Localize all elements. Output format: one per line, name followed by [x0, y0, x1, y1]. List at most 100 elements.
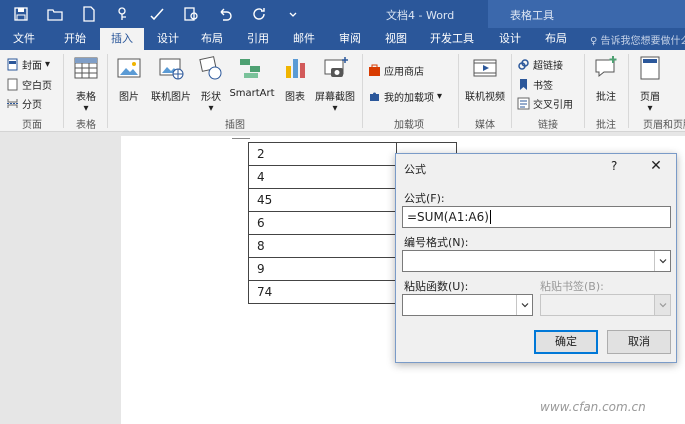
ok-button[interactable]: 确定	[534, 330, 598, 354]
table-cell[interactable]: 45	[248, 188, 397, 212]
pages-group-label: 页面	[22, 120, 42, 131]
customize-qat-button[interactable]	[278, 3, 308, 25]
tab-file[interactable]: 文件	[6, 28, 42, 50]
online-picture-button[interactable]: 联机图片	[148, 54, 194, 103]
comments-group-label: 批注	[596, 120, 616, 131]
ribbon-tabs: 文件 开始 插入 设计 布局 引用 邮件 审阅 视图 开发工具 设计 布局 ♀ …	[0, 28, 685, 50]
table-cell[interactable]: 9	[248, 257, 397, 281]
touch-icon	[118, 7, 126, 20]
dialog-title: 公式	[404, 163, 426, 176]
help-button[interactable]: ?	[611, 159, 617, 173]
title-bar: 文档4 - Word 表格工具	[0, 0, 685, 28]
hyperlink-button[interactable]: 超链接	[517, 56, 563, 72]
online-video-label: 联机视频	[465, 92, 505, 103]
chart-icon	[286, 59, 305, 78]
tab-design[interactable]: 设计	[148, 28, 188, 50]
store-button[interactable]: 应用商店	[368, 62, 424, 78]
table-icon	[74, 57, 98, 79]
shapes-label: 形状	[201, 92, 221, 103]
tell-me-box[interactable]: ♀ 告诉我您想要做什么	[590, 32, 685, 47]
close-button[interactable]: ✕	[646, 157, 666, 175]
picture-button[interactable]: 图片	[112, 54, 146, 103]
chevron-down-icon	[659, 303, 666, 308]
paste-function-select[interactable]	[402, 294, 533, 316]
table-cell[interactable]: 2	[248, 142, 397, 166]
tab-layout[interactable]: 布局	[192, 28, 232, 50]
tab-mailings[interactable]: 邮件	[284, 28, 324, 50]
paste-bookmark-dropdown	[654, 295, 670, 315]
online-video-button[interactable]: 联机视频	[462, 54, 508, 103]
new-comment-button[interactable]: 批注	[589, 54, 623, 103]
cross-reference-icon	[517, 97, 530, 109]
new-button[interactable]	[74, 3, 104, 25]
tab-insert[interactable]: 插入	[100, 28, 144, 50]
cancel-button[interactable]: 取消	[607, 330, 671, 354]
table-cell[interactable]: 6	[248, 211, 397, 235]
paste-bookmark-select	[540, 294, 671, 316]
separator	[458, 54, 459, 128]
blank-page-icon	[7, 78, 18, 90]
save-button[interactable]	[6, 3, 36, 25]
page-break-button[interactable]: 分页	[6, 95, 42, 111]
tab-developer[interactable]: 开发工具	[424, 28, 480, 50]
page-break-label: 分页	[22, 99, 42, 111]
paste-function-dropdown[interactable]	[516, 295, 532, 315]
header-button[interactable]: 页眉 ▾	[633, 54, 667, 114]
table-cell[interactable]: 74	[248, 280, 397, 304]
formula-label: 公式(F):	[404, 192, 445, 205]
tab-table-layout[interactable]: 布局	[536, 28, 576, 50]
watermark: www.cfan.com.cn	[540, 400, 646, 414]
window-title: 文档4 - Word	[386, 9, 455, 22]
undo-icon	[220, 8, 232, 21]
number-format-dropdown[interactable]	[654, 251, 670, 271]
formula-dialog: 公式 ? ✕ 公式(F): =SUM(A1:A6) 编号格式(N): 粘贴函数(…	[395, 153, 677, 363]
spellcheck-icon	[150, 8, 164, 21]
open-button[interactable]	[40, 3, 70, 25]
picture-icon	[117, 58, 141, 78]
online-picture-label: 联机图片	[151, 92, 191, 103]
print-preview-button[interactable]	[176, 3, 206, 25]
tab-home[interactable]: 开始	[54, 28, 96, 50]
separator	[628, 54, 629, 128]
paste-function-label: 粘贴函数(U):	[404, 280, 469, 293]
smartart-button[interactable]: SmartArt	[228, 54, 276, 99]
blank-page-button[interactable]: 空白页	[6, 76, 52, 92]
table-tools-label: 表格工具	[510, 9, 554, 22]
screenshot-button[interactable]: 屏幕截图 ▾	[312, 54, 358, 114]
page-break-icon	[7, 98, 18, 108]
my-addins-button[interactable]: 我的加载项 ▾	[368, 88, 442, 104]
redo-button[interactable]	[244, 3, 274, 25]
chevron-down-icon	[659, 259, 666, 264]
table-tools-context: 表格工具	[488, 0, 685, 28]
tab-references[interactable]: 引用	[238, 28, 278, 50]
tab-view[interactable]: 视图	[376, 28, 416, 50]
hyperlink-label: 超链接	[533, 60, 563, 72]
formula-input[interactable]: =SUM(A1:A6)	[402, 206, 671, 228]
cover-page-button[interactable]: 封面 ▾	[6, 56, 50, 72]
header-footer-group-label: 页眉和页脚	[643, 120, 685, 131]
links-group-label: 链接	[538, 120, 558, 131]
tell-me-text: 告诉我您想要做什么	[600, 36, 685, 47]
tab-table-design[interactable]: 设计	[490, 28, 530, 50]
store-label: 应用商店	[384, 66, 424, 78]
shapes-button[interactable]: 形状 ▾	[196, 54, 226, 114]
tab-review[interactable]: 审阅	[330, 28, 370, 50]
number-format-select[interactable]	[402, 250, 671, 272]
table-cell[interactable]: 4	[248, 165, 397, 189]
media-group-label: 媒体	[475, 120, 495, 131]
online-picture-icon	[159, 58, 184, 80]
spelling-button[interactable]	[142, 3, 172, 25]
puzzle-icon	[370, 92, 379, 101]
formula-value: =SUM(A1:A6)	[407, 210, 489, 224]
cross-reference-button[interactable]: 交叉引用	[517, 95, 573, 111]
undo-button[interactable]	[210, 3, 240, 25]
shapes-icon	[199, 56, 222, 80]
illustrations-group-label: 插图	[225, 120, 245, 131]
bookmark-button[interactable]: 书签	[517, 76, 553, 92]
table-cell[interactable]: 8	[248, 234, 397, 258]
chart-button[interactable]: 图表	[280, 54, 310, 103]
touch-mode-button[interactable]	[108, 3, 138, 25]
tables-group-label: 表格	[76, 120, 96, 131]
separator	[362, 54, 363, 128]
table-button[interactable]: 表格 ▾	[68, 54, 104, 114]
